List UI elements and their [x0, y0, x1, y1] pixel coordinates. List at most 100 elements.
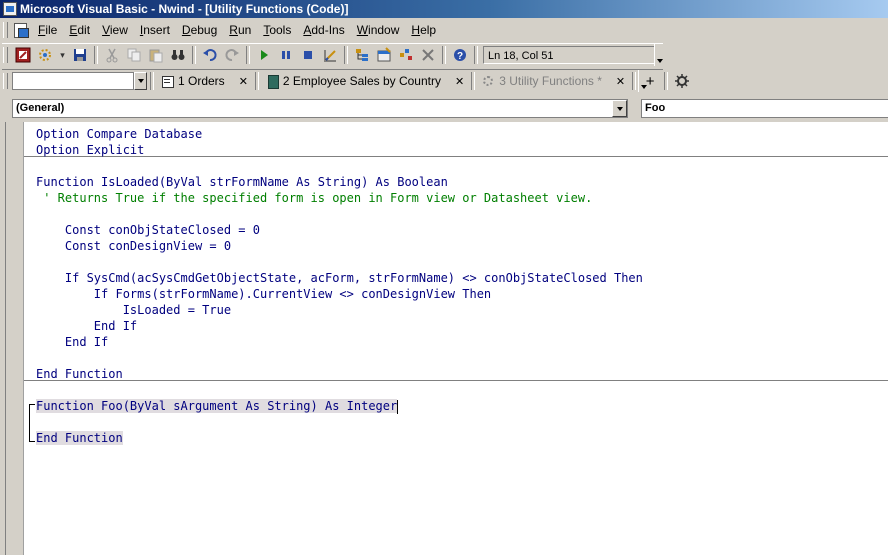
toolbar-separator [150, 72, 154, 90]
form-icon [161, 75, 174, 88]
play-icon [261, 50, 268, 60]
toolbar-separator [471, 72, 476, 90]
menu-grip[interactable] [3, 22, 8, 38]
procedure-combo-value: Foo [645, 102, 666, 114]
tabs-options-chevron-icon[interactable] [638, 70, 649, 92]
find-button[interactable] [167, 44, 189, 66]
insert-module-button[interactable] [34, 44, 56, 66]
properties-window-button[interactable] [373, 44, 395, 66]
toolbar-options-chevron-icon[interactable] [654, 44, 665, 66]
code-text-span: Function IsLoaded(ByVal strFormName As S… [36, 175, 448, 189]
tabs-toolbar: 1 Orders ✕ 2 Employee Sales by Country ✕… [0, 69, 693, 93]
project-explorer-button[interactable] [351, 44, 373, 66]
binoculars-icon [171, 50, 185, 60]
toolbar-separator [246, 46, 250, 64]
code-line: End If [36, 335, 109, 349]
menu-insert[interactable]: Insert [134, 20, 176, 40]
code-line: Option Compare Database [36, 127, 203, 141]
undo-icon [203, 49, 217, 61]
toolbar-separator [344, 46, 348, 64]
save-icon [74, 49, 86, 61]
text-caret [397, 399, 399, 414]
undo-button[interactable] [199, 44, 221, 66]
svg-text:?: ? [457, 51, 463, 62]
module-icon [482, 75, 495, 88]
gear-icon [675, 74, 690, 88]
cut-icon [106, 48, 118, 63]
tab-label: 3 Utility Functions * [499, 74, 602, 88]
view-access-button[interactable] [12, 44, 34, 66]
report-icon [266, 74, 279, 89]
code-line: Function IsLoaded(ByVal strFormName As S… [36, 174, 643, 190]
menu-view[interactable]: View [96, 20, 134, 40]
project-explorer-icon [356, 49, 368, 61]
toolbar-separator [664, 72, 669, 90]
code-line: If Forms(strFormName).CurrentView <> con… [36, 287, 492, 301]
menu-bar: File Edit View Insert Debug Run Tools Ad… [0, 19, 888, 41]
copy-button[interactable] [123, 44, 145, 66]
stop-icon [304, 51, 312, 59]
menu-add-ins[interactable]: Add-Ins [297, 20, 350, 40]
toolbar-separator [192, 46, 196, 64]
code-text[interactable]: Option Compare Database Option Explicit … [36, 126, 643, 446]
paste-button[interactable] [145, 44, 167, 66]
design-mode-button[interactable] [319, 44, 341, 66]
toolbar-separator [632, 72, 637, 90]
vba-app-icon[interactable] [3, 2, 17, 16]
toolbox-icon [422, 49, 434, 61]
redo-button[interactable] [221, 44, 243, 66]
standard-toolbar: ▾ ? Ln 18, Col 51 [0, 42, 665, 68]
tab-settings-button[interactable] [671, 70, 693, 92]
code-line: End If [36, 319, 138, 333]
chevron-down-icon[interactable] [612, 100, 627, 117]
reset-button[interactable] [297, 44, 319, 66]
menu-window[interactable]: Window [351, 20, 406, 40]
menu-edit[interactable]: Edit [63, 20, 96, 40]
title-bar[interactable]: Microsoft Visual Basic - Nwind - [Utilit… [0, 0, 888, 18]
toolbox-button[interactable] [417, 44, 439, 66]
object-browser-button[interactable] [395, 44, 417, 66]
object-combo[interactable]: (General) [12, 99, 628, 118]
code-editor[interactable]: Option Compare Database Option Explicit … [0, 122, 888, 555]
code-line: Function Foo(ByVal sArgument As String) … [36, 398, 643, 414]
tabs-grip[interactable] [3, 73, 8, 89]
object-combo-value: (General) [16, 102, 65, 114]
code-comment: ' Returns True if the specified form is … [36, 191, 593, 205]
redo-icon [225, 49, 239, 61]
chevron-down-icon[interactable] [134, 72, 147, 90]
cut-button[interactable] [101, 44, 123, 66]
menu-help[interactable]: Help [405, 20, 442, 40]
tab-utility-functions[interactable]: 3 Utility Functions * ✕ [478, 70, 629, 92]
procedure-combo[interactable]: Foo [641, 99, 888, 118]
menu-tools[interactable]: Tools [257, 20, 297, 40]
window-title: Microsoft Visual Basic - Nwind - [Utilit… [20, 2, 349, 16]
menu-run[interactable]: Run [223, 20, 257, 40]
insert-dropdown-arrow[interactable]: ▾ [56, 44, 69, 66]
menu-file[interactable]: File [32, 20, 63, 40]
properties-icon [377, 47, 391, 62]
tabs-combo-input[interactable] [12, 72, 134, 90]
cursor-position: Ln 18, Col 51 [483, 46, 665, 64]
code-text-span: End Function [36, 431, 123, 445]
close-icon[interactable]: ✕ [455, 75, 464, 88]
run-button[interactable] [253, 44, 275, 66]
code-window-icon[interactable] [12, 22, 29, 38]
code-line: If SysCmd(acSysCmdGetObjectState, acForm… [36, 271, 643, 285]
tab-orders[interactable]: 1 Orders ✕ [157, 70, 252, 92]
tab-employee-sales-by-country[interactable]: 2 Employee Sales by Country ✕ [262, 70, 468, 92]
break-button[interactable] [275, 44, 297, 66]
menu-debug[interactable]: Debug [176, 20, 223, 40]
toolbar-separator [442, 46, 446, 64]
toolbar-grip[interactable] [3, 47, 8, 63]
close-icon[interactable]: ✕ [239, 75, 248, 88]
code-window-header: (General) Foo [0, 95, 888, 122]
code-line: Option Explicit [36, 143, 145, 157]
close-icon[interactable]: ✕ [616, 75, 625, 88]
margin-indicator-bar[interactable] [6, 122, 24, 555]
code-line: Const conObjStateClosed = 0 [36, 223, 260, 237]
insert-module-icon [39, 49, 51, 61]
pause-icon [282, 51, 290, 59]
save-button[interactable] [69, 44, 91, 66]
help-button[interactable]: ? [449, 44, 471, 66]
